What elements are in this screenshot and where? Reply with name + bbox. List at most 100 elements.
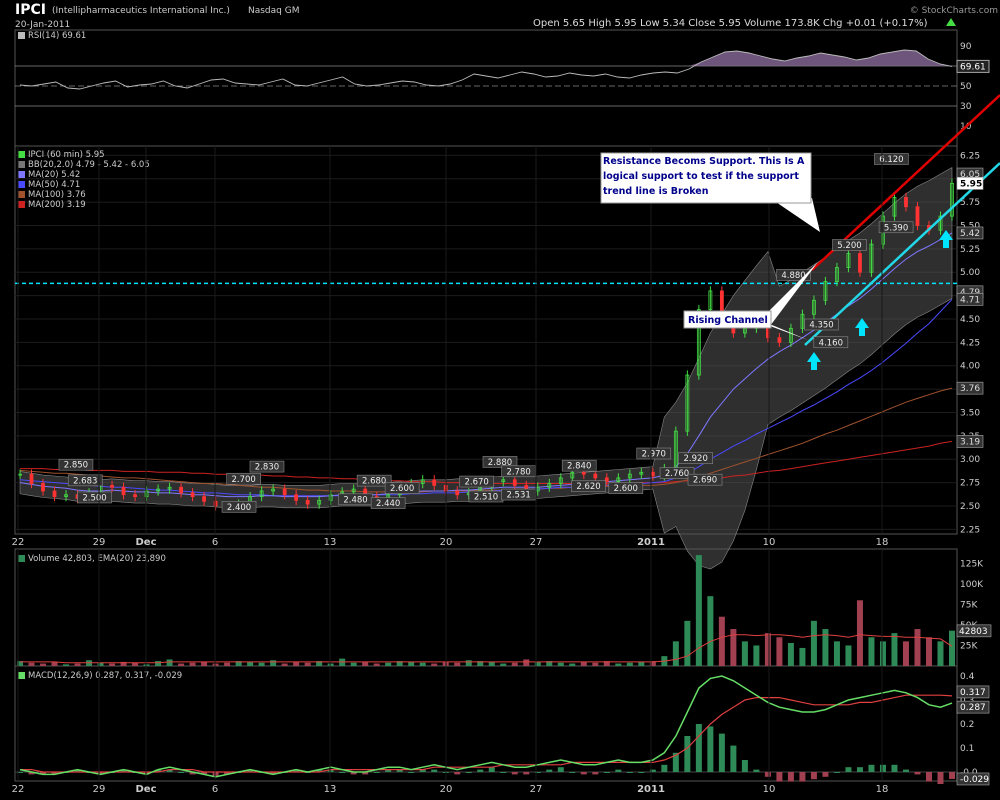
macd-histogram-bar (603, 772, 610, 773)
macd-histogram-bar (833, 772, 840, 773)
price-candle (777, 337, 782, 343)
price-point-label: 2.690 (693, 476, 717, 486)
rsi-value-label: 69.61 (960, 62, 986, 72)
volume-bar (132, 662, 139, 666)
volume-bar (718, 616, 725, 666)
x-tick-label: Dec (135, 537, 156, 548)
volume-bar (362, 661, 369, 666)
x-tick-label: 10 (763, 784, 776, 795)
volume-bar (178, 663, 185, 666)
price-point-label: 2.670 (465, 478, 489, 488)
volume-bar (856, 600, 863, 666)
price-y-tick: 4.50 (960, 315, 980, 325)
annotation-resistance-text: Resistance Becoms Support. This Is A log… (603, 156, 805, 197)
volume-bar (74, 663, 81, 666)
volume-bar (281, 663, 288, 666)
volume-bar (143, 664, 150, 666)
x-tick-label: 13 (324, 537, 337, 548)
price-legend-item: MA(50) 4.71 (28, 180, 80, 190)
macd-histogram-bar (339, 772, 346, 773)
macd-histogram-bar (695, 724, 702, 772)
volume-bar (891, 633, 898, 666)
macd-histogram-bar (615, 769, 622, 772)
volume-bar (465, 660, 472, 666)
volume-bar (638, 661, 645, 666)
x-tick-label: Dec (135, 784, 156, 795)
price-y-tick: 2.25 (960, 525, 980, 535)
macd-y-tick: 0.2 (960, 720, 974, 730)
volume-bar (293, 661, 300, 666)
macd-histogram-bar (684, 736, 691, 772)
price-y-tick: 5.00 (960, 268, 980, 278)
price-point-label: 5.390 (884, 223, 908, 233)
price-candle (858, 253, 862, 273)
volume-bar (189, 662, 196, 666)
quote-summary: Open 5.65 High 5.95 Low 5.34 Close 5.95 … (533, 18, 928, 29)
volume-bar (419, 662, 426, 666)
rsi-overbought-area (20, 50, 952, 66)
macd-histogram-bar (546, 769, 553, 772)
price-point-label: 6.120 (879, 155, 903, 165)
volume-bar (787, 643, 794, 666)
price-legend-item-swatch (18, 181, 25, 188)
price-point-label: 2.531 (506, 491, 530, 501)
price-candle (904, 197, 908, 208)
price-legend-item-swatch (18, 161, 25, 168)
price-candle (190, 492, 195, 498)
macd-histogram-bar (488, 767, 495, 772)
price-candle (121, 486, 126, 496)
macd-histogram-bar (500, 772, 507, 773)
x-tick-label: 22 (12, 537, 25, 548)
price-candle (650, 471, 655, 477)
volume-bar (40, 663, 47, 666)
macd-legend: MACD(12,26,9) 0.287, 0.317, -0.029 (28, 671, 182, 681)
macd-histogram-bar (477, 769, 484, 772)
volume-bar (949, 630, 955, 666)
price-candle (581, 471, 586, 475)
x-tick-label: 10 (763, 537, 776, 548)
x-tick-label: 18 (876, 784, 889, 795)
volume-bar (155, 661, 162, 666)
price-point-label: 2.600 (614, 484, 638, 494)
macd-right-label: 0.287 (960, 703, 986, 713)
volume-bar (937, 641, 944, 666)
volume-bar (764, 633, 771, 666)
price-point-label: 2.700 (232, 475, 256, 485)
macd-histogram-bar (764, 772, 771, 777)
volume-bar (914, 629, 921, 666)
price-candle (179, 486, 183, 494)
macd-histogram-bar (937, 772, 944, 784)
macd-right-label: -0.029 (960, 775, 989, 785)
volume-bar (879, 641, 886, 666)
price-legend-item: IPCI (60 min) 5.95 (28, 150, 105, 160)
price-point-label: 2.600 (390, 484, 414, 494)
macd-histogram-bar (511, 772, 518, 775)
price-right-label: 5.42 (960, 229, 980, 239)
macd-histogram-bar (730, 745, 737, 772)
volume-bar (327, 663, 334, 666)
price-legend-item: MA(100) 3.76 (28, 190, 86, 200)
volume-bar (166, 659, 173, 666)
volume-bar (109, 663, 116, 666)
macd-histogram-bar (178, 772, 185, 773)
price-y-tick: 5.75 (960, 198, 980, 208)
volume-bar (776, 637, 783, 666)
x-tick-label: 6 (212, 537, 218, 548)
volume-bar (925, 637, 932, 666)
macd-legend-swatch (18, 672, 25, 679)
volume-bar (488, 661, 495, 666)
price-candle (41, 483, 45, 492)
price-right-label: 3.19 (960, 437, 980, 447)
volume-bar (592, 662, 599, 666)
rsi-legend: RSI(14) 69.61 (28, 31, 86, 41)
volume-bar (385, 662, 392, 666)
macd-histogram-bar (569, 772, 576, 773)
price-legend-item-swatch (18, 151, 25, 158)
macd-histogram-bar (776, 772, 783, 782)
volume-bar (902, 641, 909, 666)
price-point-label: 5.200 (837, 241, 861, 251)
price-candle (110, 484, 114, 488)
macd-histogram-bar (431, 769, 438, 772)
price-candle (282, 488, 287, 496)
x-tick-label: 18 (876, 537, 889, 548)
